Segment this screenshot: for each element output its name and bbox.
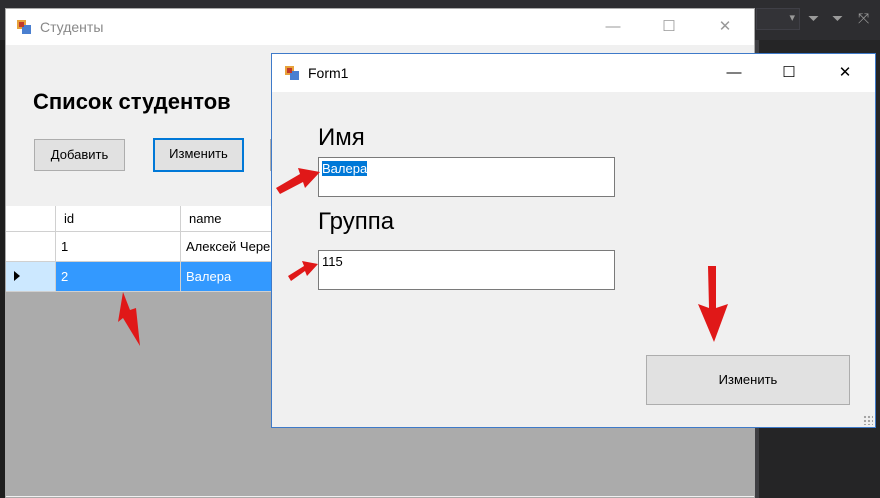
group-field-value: 115 <box>322 254 343 269</box>
minimize-icon[interactable]: — <box>711 54 757 92</box>
minimize-icon[interactable]: — <box>590 9 636 45</box>
window-title: Студенты <box>40 19 104 35</box>
group-label: Группа <box>318 208 395 235</box>
filter-icon[interactable]: ⏷ <box>808 10 819 27</box>
form-titlebar: Form1 — ☐ ✕ <box>272 54 875 92</box>
name-label: Имя <box>318 124 365 151</box>
collapse-icon[interactable]: ⤧ <box>858 10 869 27</box>
close-icon[interactable]: ✕ <box>702 9 748 45</box>
add-button[interactable]: Добавить <box>34 139 125 171</box>
row-pointer-icon <box>14 271 20 281</box>
column-header-name[interactable]: name <box>181 206 281 232</box>
cell-name-selected[interactable]: Валера <box>181 262 281 292</box>
filter-clear-icon[interactable]: ⏷ <box>832 10 843 27</box>
edit-form-window: Form1 — ☐ ✕ Имя Валера Группа 115 Измени… <box>271 53 876 428</box>
submit-edit-button[interactable]: Изменить <box>646 355 850 405</box>
grid-corner-header[interactable] <box>6 206 56 232</box>
group-field[interactable]: 115 <box>318 250 615 290</box>
name-field[interactable]: Валера <box>318 157 615 197</box>
cell-name[interactable]: Алексей Чере <box>181 232 281 262</box>
ide-dropdown[interactable]: ▾ <box>756 8 800 30</box>
close-icon[interactable]: ✕ <box>822 54 868 92</box>
cell-id[interactable]: 1 <box>56 232 181 262</box>
page-title: Список студентов <box>33 89 231 114</box>
app-icon <box>17 20 31 34</box>
dropdown-arrow-icon: ▾ <box>789 12 795 24</box>
app-icon <box>285 66 299 80</box>
column-header-id[interactable]: id <box>56 206 181 232</box>
resize-grip[interactable] <box>863 415 873 425</box>
maximize-icon[interactable]: ☐ <box>646 9 692 45</box>
maximize-icon[interactable]: ☐ <box>766 54 812 92</box>
students-titlebar: Студенты — ☐ ✕ <box>6 9 754 45</box>
row-header-selected[interactable] <box>6 262 56 292</box>
cell-id-selected[interactable]: 2 <box>56 262 181 292</box>
edit-button[interactable]: Изменить <box>153 138 244 172</box>
row-header[interactable] <box>6 232 56 262</box>
name-field-value: Валера <box>322 161 368 176</box>
window-title: Form1 <box>308 65 349 81</box>
